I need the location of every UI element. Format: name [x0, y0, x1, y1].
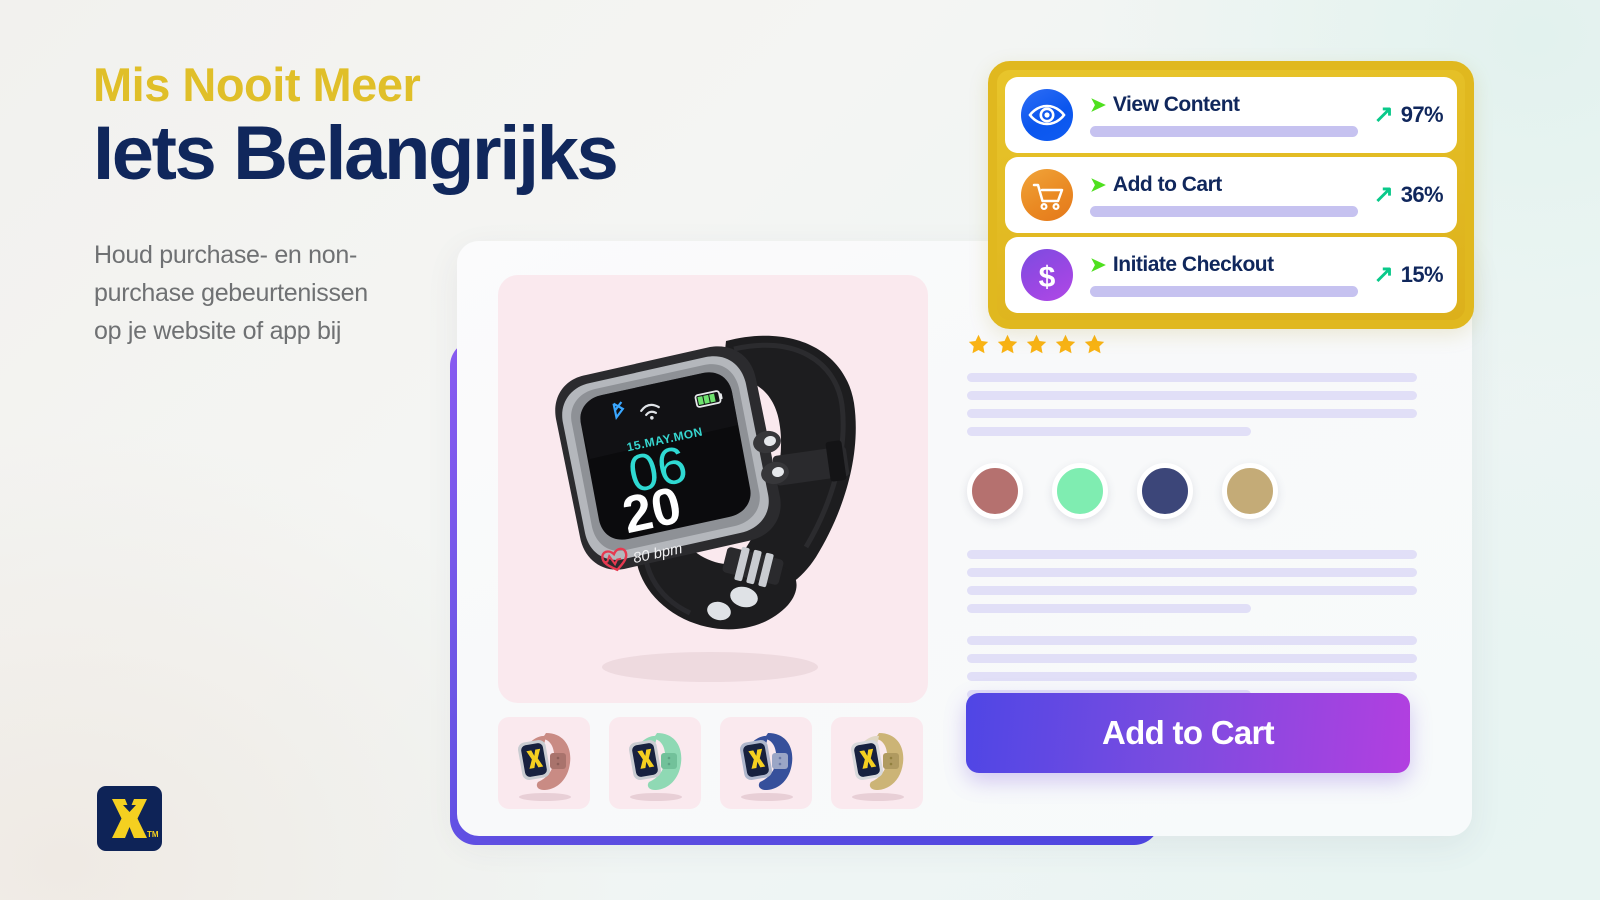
placeholder-line: [967, 427, 1251, 436]
metric-card-add-to-cart[interactable]: ➤ Add to Cart ↗ 36%: [1005, 157, 1457, 233]
metric-progress-bar: [1090, 286, 1358, 297]
placeholder-line: [967, 391, 1417, 400]
color-swatch-group: [967, 463, 1417, 519]
placeholder-line: [967, 409, 1417, 418]
product-panel: 15.MAY.MON 06 20 80 bpm Add to Cart: [457, 241, 1472, 836]
placeholder-line: [967, 586, 1417, 595]
metric-card-view-content[interactable]: ➤ View Content ↗ 97%: [1005, 77, 1457, 153]
brand-logo: TM: [97, 786, 162, 851]
star-icon: [1084, 334, 1105, 354]
hero-subcopy: Houd purchase- en non-purchase gebeurten…: [94, 241, 368, 345]
watch-minute-text: 20: [618, 476, 687, 545]
color-swatch-mint[interactable]: [1052, 463, 1108, 519]
color-swatch-rose[interactable]: [967, 463, 1023, 519]
product-thumbnail-strip: [498, 717, 923, 809]
smartwatch-illustration: 15.MAY.MON 06 20 80 bpm: [555, 335, 856, 682]
dollar-icon: $: [1021, 249, 1073, 301]
metric-label: Add to Cart: [1112, 173, 1222, 196]
cart-icon: [1021, 169, 1073, 221]
watch-thumb-tan[interactable]: [831, 717, 923, 809]
metric-value: 15%: [1400, 262, 1444, 287]
placeholder-line: [967, 654, 1417, 663]
eye-icon: [1021, 89, 1073, 141]
star-icon: [968, 334, 989, 354]
star-icon: [997, 334, 1018, 354]
trend-up-arrow-icon: ↗: [1373, 101, 1394, 128]
rating-stars: [967, 333, 1417, 356]
watch-thumb-tan-icon: [851, 733, 904, 801]
chevron-right-icon: ➤: [1090, 254, 1106, 276]
hero-eyebrow: Mis Nooit Meer: [93, 58, 421, 111]
brand-logo-x-icon: TM: [112, 799, 159, 839]
color-swatch-navy[interactable]: [1137, 463, 1193, 519]
trend-up-arrow-icon: ↗: [1373, 261, 1394, 288]
metric-progress-bar: [1090, 126, 1358, 137]
hero-copy: Mis Nooit Meer Iets Belangrijks: [93, 60, 813, 192]
placeholder-line: [967, 604, 1251, 613]
svg-text:TM: TM: [147, 830, 159, 839]
star-icon: [1026, 334, 1047, 354]
placeholder-line: [967, 373, 1417, 382]
product-hero-image[interactable]: 15.MAY.MON 06 20 80 bpm: [498, 275, 928, 703]
metric-value: 36%: [1400, 182, 1444, 207]
placeholder-line: [967, 636, 1417, 645]
metric-value: 97%: [1400, 102, 1444, 127]
watch-thumb-rose-icon: [518, 733, 571, 801]
description-placeholder-mid: [967, 550, 1417, 613]
watch-thumb-mint-icon: [629, 733, 682, 801]
chevron-right-icon: ➤: [1090, 94, 1106, 116]
watch-thumb-navy[interactable]: [720, 717, 812, 809]
watch-thumb-navy-icon: [740, 733, 793, 801]
star-icon: [1055, 334, 1076, 354]
watch-thumb-rose[interactable]: [498, 717, 590, 809]
svg-text:$: $: [1039, 261, 1056, 294]
description-placeholder-top: [967, 373, 1417, 436]
metric-label: Initiate Checkout: [1112, 253, 1274, 276]
placeholder-line: [967, 672, 1417, 681]
metric-label: View Content: [1112, 93, 1240, 116]
placeholder-line: [967, 568, 1417, 577]
metric-progress-bar: [1090, 206, 1358, 217]
metrics-panel: ➤ View Content ↗ 97% ➤ Add to Cart ↗ 36%…: [988, 61, 1474, 329]
trend-up-arrow-icon: ↗: [1373, 181, 1394, 208]
color-swatch-tan[interactable]: [1222, 463, 1278, 519]
metric-card-initiate-checkout[interactable]: $ ➤ Initiate Checkout ↗ 15%: [1005, 237, 1457, 313]
placeholder-line: [967, 550, 1417, 559]
page-title: Iets Belangrijks: [93, 110, 619, 196]
add-to-cart-button[interactable]: Add to Cart: [966, 693, 1410, 773]
chevron-right-icon: ➤: [1090, 174, 1106, 196]
watch-thumb-mint[interactable]: [609, 717, 701, 809]
product-details: [967, 333, 1417, 699]
description-placeholder-bottom: [967, 636, 1417, 699]
